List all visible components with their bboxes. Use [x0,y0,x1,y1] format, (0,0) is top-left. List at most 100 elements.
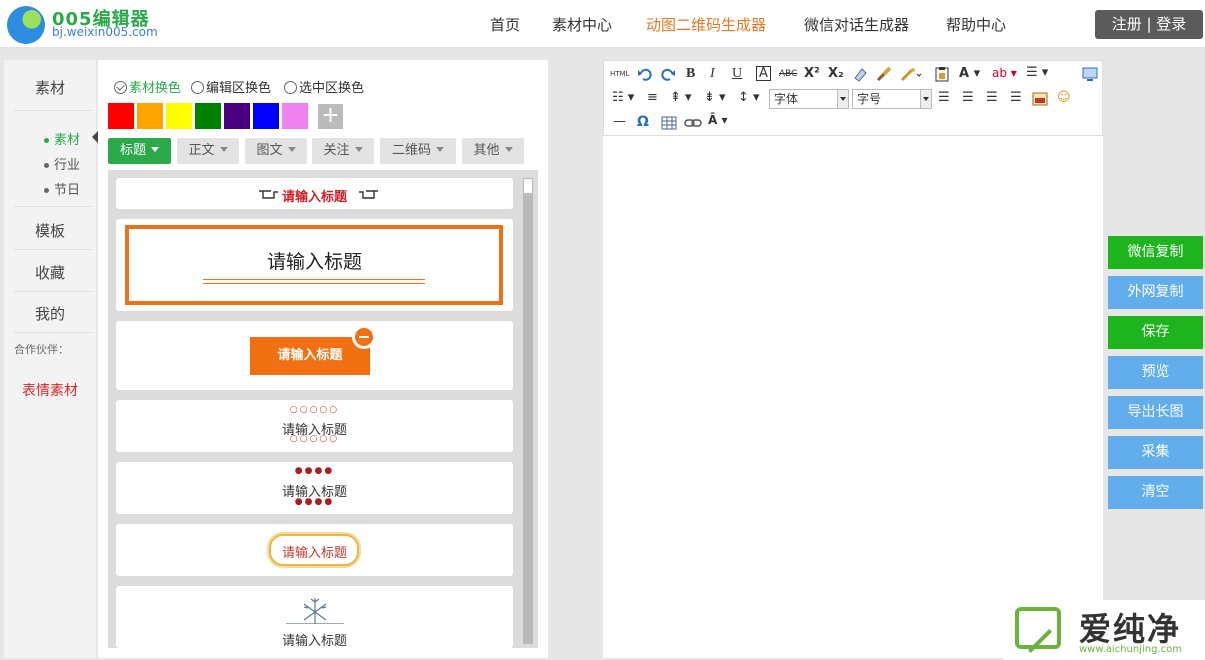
pointing-hand-left-icon [359,190,378,199]
link-icon[interactable] [684,116,702,130]
subnav-item-holiday[interactable]: 节日 [44,179,80,198]
radio-material-recolor[interactable]: 素材换色 [114,77,181,96]
tab-qrcode[interactable]: 二维码 [380,138,456,164]
scrollbar-track[interactable] [523,178,533,644]
eraser-icon[interactable] [852,66,868,82]
nav-wechat-chat-generator[interactable]: 微信对话生成器 [804,14,909,35]
material-card[interactable]: 请输入标题 [116,321,513,390]
undo-icon[interactable] [637,66,653,82]
nav-help[interactable]: 帮助中心 [946,14,1006,35]
underline-icon[interactable]: U [732,66,742,82]
editor-area[interactable] [603,60,1103,658]
unordered-list-icon[interactable]: ☷ ▾ [612,90,634,105]
subnav-item-materials[interactable]: 素材 [44,129,80,148]
material-card[interactable]: 请输入标题 [116,524,513,576]
bold-icon[interactable]: B [686,66,695,82]
material-card[interactable]: 请输入标题 [116,586,513,648]
dropdown-arrow-icon [837,90,848,108]
color-swatch-red[interactable] [108,103,134,129]
color-swatch-blue[interactable] [253,103,279,129]
card-title: 请输入标题 [250,337,370,375]
watermark: 爱纯净 www.aichunjing.com [1003,600,1205,660]
radio-editor-recolor[interactable]: 编辑区换色 [191,77,271,96]
register-login-button[interactable]: 注册 | 登录 [1095,10,1203,39]
nav-home[interactable]: 首页 [490,14,520,35]
background-color-icon[interactable]: ab ▾ [992,66,1017,80]
partner-label: 合作伙伴： [14,343,69,356]
paragraph-spacing-icon[interactable]: ≡ [647,90,658,105]
collect-button[interactable]: 采集 [1108,436,1203,469]
divider [14,110,92,111]
color-swatch-yellow[interactable] [166,103,192,129]
auto-format-icon[interactable] [900,66,922,82]
table-icon[interactable] [661,116,677,130]
tab-title[interactable]: 标题 [108,138,171,164]
caret-down-icon [504,147,513,152]
preview-screen-icon[interactable] [1082,66,1098,82]
format-brush-icon[interactable] [876,66,892,82]
sidebar-item-favorites[interactable]: 收藏 [4,262,96,283]
material-card[interactable]: ●●●● 请输入标题 ●●●● [116,462,513,514]
dots-decoration: ●●●● [294,466,335,476]
special-char-icon[interactable]: Ω [637,114,649,130]
radio-selection-recolor[interactable]: 选中区换色 [284,77,364,96]
font-border-icon[interactable]: A [756,66,771,81]
nav-gif-qr-generator[interactable]: 动图二维码生成器 [646,14,766,35]
tab-other[interactable]: 其他 [462,138,524,164]
subscript-icon[interactable]: X₂ [828,66,844,81]
logo-url[interactable]: bj.weixin005.com [52,25,158,39]
sidebar-item-materials[interactable]: 素材 [4,77,96,98]
logo-icon[interactable] [7,6,45,44]
tab-body[interactable]: 正文 [177,138,239,164]
ordered-list-icon[interactable]: ☰ ▾ [1026,65,1048,80]
tab-follow[interactable]: 关注 [312,138,374,164]
emoji-materials-link[interactable]: 表情素材 [4,380,96,400]
subnav-label: 素材 [54,133,81,148]
save-button[interactable]: 保存 [1108,316,1203,349]
image-icon[interactable] [1032,92,1048,106]
color-swatch-violet[interactable] [282,103,308,129]
align-left-icon[interactable]: ☰ [938,90,950,105]
spacing-bottom-icon[interactable]: ⇟ ▾ [704,90,726,105]
strikethrough-icon[interactable]: ABC [779,69,797,79]
color-swatch-green[interactable] [195,103,221,129]
font-color-icon[interactable]: A ▾ [959,66,980,81]
html-source-button[interactable]: HTML [610,70,629,78]
preview-button[interactable]: 预览 [1108,356,1203,389]
nav-materials[interactable]: 素材中心 [552,14,612,35]
sidebar-item-templates[interactable]: 模板 [4,220,96,241]
tab-label: 标题 [119,143,146,158]
scrollbar-thumb[interactable] [523,178,533,194]
superscript-icon[interactable]: X² [804,66,820,81]
add-color-button[interactable]: + [318,104,343,129]
font-size-value: 字号 [857,92,882,106]
sidebar-item-mine[interactable]: 我的 [4,303,96,324]
subnav-item-industry[interactable]: 行业 [44,154,80,173]
card-title: 请输入标题 [281,190,347,205]
font-family-select[interactable]: 字体 [769,89,849,109]
paste-plain-icon[interactable] [934,66,950,82]
caret-down-icon [354,147,363,152]
spacing-top-icon[interactable]: ⇞ ▾ [670,90,692,105]
align-center-icon[interactable]: ☰ [962,90,974,105]
align-right-icon[interactable]: ☰ [986,90,998,105]
horizontal-rule-icon[interactable]: — [613,114,626,129]
wechat-copy-button[interactable]: 微信复制 [1108,236,1203,269]
external-copy-button[interactable]: 外网复制 [1108,276,1203,309]
color-swatch-orange[interactable] [137,103,163,129]
export-long-image-button[interactable]: 导出长图 [1108,396,1203,429]
material-card[interactable]: 请输入标题 [116,219,513,311]
redo-icon[interactable] [660,66,676,82]
clear-button[interactable]: 清空 [1108,476,1203,509]
align-justify-icon[interactable]: ☰ [1010,90,1022,105]
line-height-icon[interactable]: ↕ ▾ [738,90,760,105]
snowflake-icon [286,598,344,624]
font-size-select[interactable]: 字号 [852,89,932,109]
emoji-icon[interactable]: ☺ [1057,90,1071,105]
italic-icon[interactable]: I [710,66,715,82]
tab-image-text[interactable]: 图文 [245,138,307,164]
color-swatch-indigo[interactable] [224,103,250,129]
font-effect-icon[interactable]: Ā ▾ [708,113,728,127]
material-card[interactable]: 请输入标题 [116,178,513,209]
material-card[interactable]: ○○○○○ 请输入标题 ○○○○○ [116,400,513,452]
